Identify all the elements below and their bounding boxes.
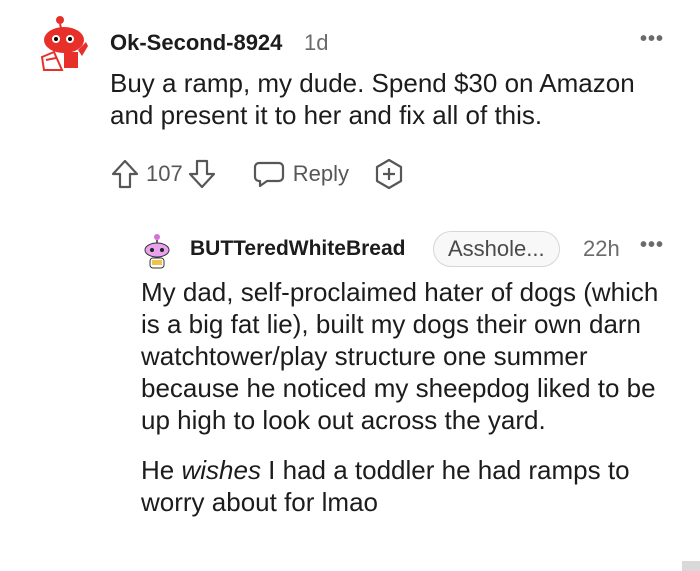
user-avatar[interactable] xyxy=(34,12,90,72)
more-options-icon[interactable]: ••• xyxy=(640,234,664,257)
upvote-button[interactable] xyxy=(110,158,140,190)
comment-paragraph: Buy a ramp, my dude. Spend $30 on Amazon… xyxy=(110,68,635,130)
text-run: He xyxy=(141,455,182,485)
upvote-arrow-icon xyxy=(111,159,139,189)
award-button[interactable] xyxy=(373,158,405,190)
user-flair-badge: Asshole... xyxy=(433,231,560,267)
award-plus-icon xyxy=(375,158,403,190)
comment-age: 22h xyxy=(583,236,620,261)
downvote-button[interactable] xyxy=(187,158,217,190)
comment-paragraph: He wishes I had a toddler he had ramps t… xyxy=(141,454,661,518)
user-avatar[interactable] xyxy=(141,232,173,272)
comment-paragraph: My dad, self-proclaimed hater of dogs (w… xyxy=(141,277,659,435)
more-options-icon[interactable]: ••• xyxy=(640,28,664,51)
comment-username[interactable]: Ok-Second-8924 xyxy=(110,30,282,56)
comment-bubble-icon xyxy=(253,161,284,188)
vote-count: 107 xyxy=(146,161,183,186)
comment-actions: 107 Reply xyxy=(110,156,405,192)
comment-buttered-white-bread: BUTTeredWhiteBread Asshole... 22h ••• My… xyxy=(0,210,700,571)
scroll-corner-indicator xyxy=(682,561,700,571)
downvote-arrow-icon xyxy=(188,159,215,189)
comment-age: 1d xyxy=(304,30,329,55)
reply-label: Reply xyxy=(292,161,349,186)
comment-username[interactable]: BUTTeredWhiteBread xyxy=(190,237,405,261)
reddit-snoo-avatar-icon xyxy=(144,234,170,269)
comment-body: Buy a ramp, my dude. Spend $30 on Amazon… xyxy=(110,67,670,131)
emphasized-text: wishes xyxy=(181,455,261,485)
reddit-snoo-avatar-icon xyxy=(40,16,88,71)
comment-ok-second: Ok-Second-8924 1d ••• Buy a ramp, my dud… xyxy=(0,0,700,210)
comment-body: My dad, self-proclaimed hater of dogs (w… xyxy=(141,276,661,518)
reply-button[interactable]: Reply xyxy=(253,159,349,189)
